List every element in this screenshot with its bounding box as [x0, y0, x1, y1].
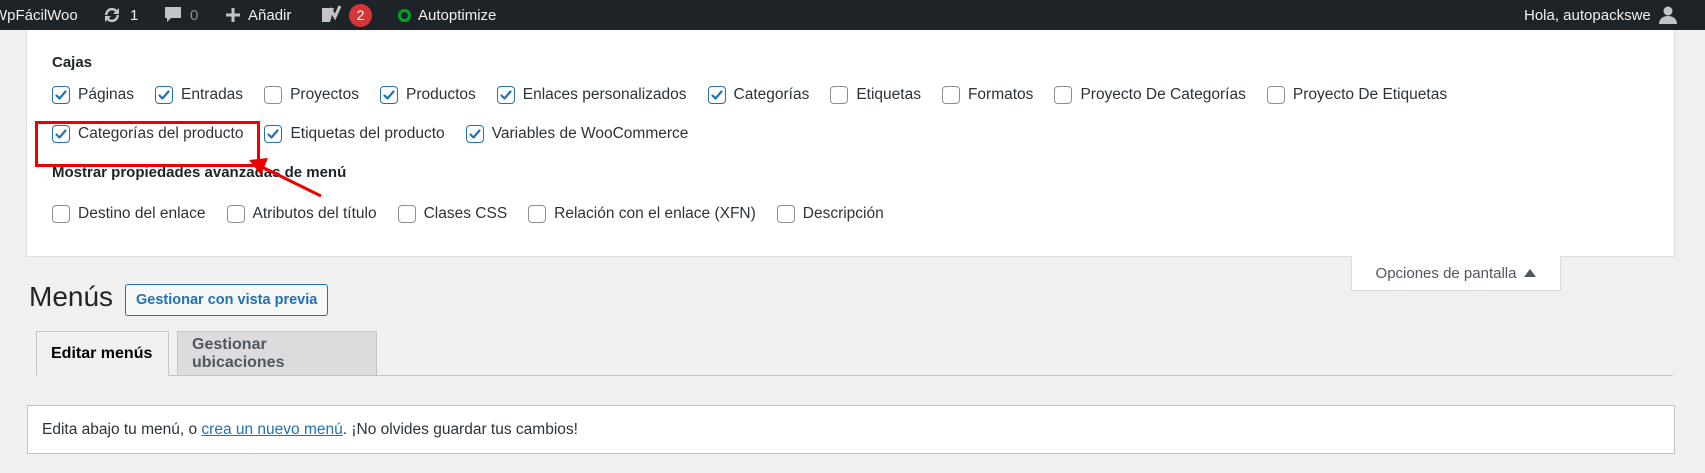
user-icon	[1658, 5, 1678, 25]
option-label: Proyecto De Categorías	[1080, 86, 1246, 103]
notice-suffix: . ¡No olvides guardar tus cambios!	[342, 420, 578, 438]
option-destino-del-enlace[interactable]: Destino del enlace	[52, 205, 206, 223]
option-label: Variables de WooCommerce	[491, 125, 689, 142]
checkbox[interactable]	[52, 205, 70, 223]
autoptimize-label: Autoptimize	[418, 6, 497, 24]
option-relacion-con-el-enlace-xfn[interactable]: Relación con el enlace (XFN)	[528, 205, 756, 223]
checkbox[interactable]	[465, 125, 484, 143]
my-account-button[interactable]: Hola, autopackswe	[1524, 0, 1678, 30]
option-variables-de-woocommerce[interactable]: Variables de WooCommerce	[465, 125, 689, 143]
annotation-arrow	[249, 158, 322, 198]
option-label: Descripción	[802, 205, 884, 222]
checkbox[interactable]	[707, 86, 726, 104]
option-label: Enlaces personalizados	[522, 86, 687, 103]
option-descripcion[interactable]: Descripción	[776, 205, 884, 223]
arrow-up-icon	[1524, 269, 1537, 277]
advanced-row: Destino del enlace Atributos del título Cl…	[52, 205, 905, 223]
option-etiquetas[interactable]: Etiquetas	[830, 86, 921, 104]
checkbox[interactable]	[941, 86, 960, 104]
screen-options-label: Opciones de pantalla	[1375, 264, 1517, 282]
checkbox[interactable]	[397, 205, 416, 223]
option-label: Formatos	[967, 86, 1034, 103]
option-formatos[interactable]: Formatos	[941, 86, 1034, 104]
checkmark-icon	[469, 129, 481, 139]
option-label: Relación con el enlace (XFN)	[554, 205, 756, 222]
option-label: Etiquetas	[856, 86, 921, 103]
menu-notice: Edita abajo tu menú, o crea un nuevo men…	[27, 405, 1675, 454]
option-clases-css[interactable]: Clases CSS	[397, 205, 508, 223]
yoast-badge: 2	[349, 3, 372, 27]
option-enlaces-personalizados[interactable]: Enlaces personalizados	[496, 86, 687, 104]
checkmark-icon	[710, 90, 723, 100]
option-label: Proyecto De Etiquetas	[1292, 86, 1448, 103]
create-menu-link[interactable]: crea un nuevo menú	[201, 421, 342, 439]
greeting: Hola, autopackswe	[1524, 6, 1651, 24]
status-icon	[398, 8, 411, 22]
option-label: Categorías	[733, 86, 810, 103]
checkbox[interactable]	[1266, 86, 1285, 104]
option-label: Clases CSS	[423, 205, 508, 222]
tab-edit-menus[interactable]: Editar menús	[36, 331, 169, 376]
option-categorias[interactable]: Categorías	[707, 86, 810, 104]
option-atributos-del-titulo[interactable]: Atributos del título	[226, 205, 377, 223]
checkmark-icon	[500, 90, 512, 100]
option-label: Productos	[405, 86, 476, 103]
notice-prefix: Edita abajo tu menú, o	[42, 420, 202, 438]
option-productos[interactable]: Productos	[379, 86, 476, 104]
checkbox[interactable]	[379, 86, 398, 104]
manage-preview-button[interactable]: Gestionar con vista previa	[125, 284, 329, 316]
checkmark-icon	[383, 90, 395, 100]
option-proyecto-de-categorias[interactable]: Proyecto De Categorías	[1054, 86, 1246, 104]
option-label: Destino del enlace	[78, 205, 206, 222]
option-label: Atributos del título	[252, 205, 377, 222]
checkbox[interactable]	[528, 205, 547, 223]
screen-options-toggle[interactable]: Opciones de pantalla	[1351, 256, 1561, 291]
option-proyecto-de-etiquetas[interactable]: Proyecto De Etiquetas	[1266, 86, 1448, 104]
page-title: Menús	[29, 281, 114, 312]
checkbox[interactable]	[776, 205, 795, 223]
tab-manage-locations[interactable]: Gestionar ubicaciones	[177, 331, 377, 376]
checkbox[interactable]	[1054, 86, 1073, 104]
checkbox[interactable]	[830, 86, 849, 104]
checkbox[interactable]	[226, 205, 245, 223]
autoptimize-button[interactable]: Autoptimize	[398, 0, 496, 30]
checkbox[interactable]	[496, 86, 515, 104]
